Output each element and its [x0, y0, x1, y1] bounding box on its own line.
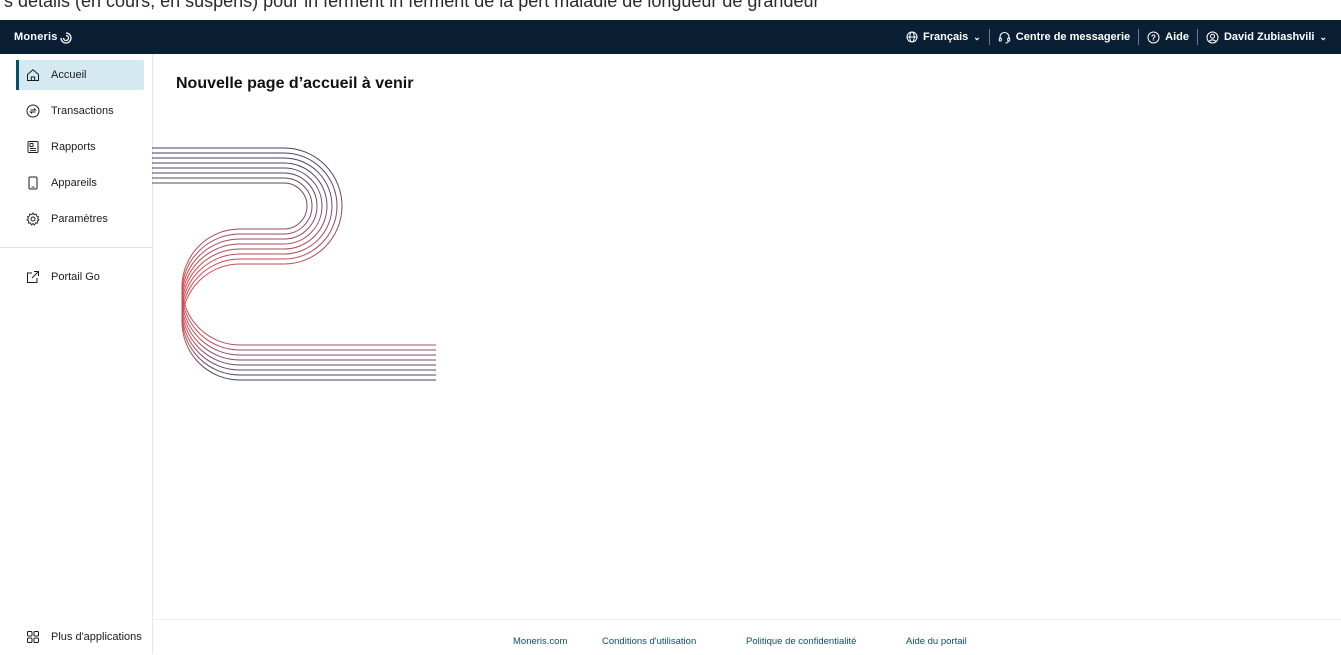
sidebar: Accueil Transactions Rapports Appareils … — [0, 54, 153, 654]
svg-text:?: ? — [1151, 33, 1156, 42]
decorative-line — [152, 162, 436, 366]
home-icon — [27, 69, 39, 81]
sidebar-item-rapports[interactable]: Rapports — [16, 132, 144, 162]
globe-icon — [906, 31, 918, 43]
chevron-down-icon: ⌄ — [1319, 31, 1327, 42]
decorative-wave-graphic — [152, 147, 436, 381]
help-link[interactable]: ? Aide — [1139, 31, 1197, 44]
footer-link-moneris[interactable]: Moneris.com — [513, 636, 567, 647]
sidebar-item-accueil[interactable]: Accueil — [16, 60, 144, 90]
transactions-icon — [26, 104, 40, 118]
chevron-down-icon: ⌄ — [973, 31, 981, 42]
decorative-line — [152, 152, 436, 376]
footer-link-privacy[interactable]: Politique de confidentialité — [746, 636, 856, 647]
help-icon: ? — [1147, 31, 1160, 43]
footer: Moneris.com Conditions d'utilisation Pol… — [152, 619, 1341, 655]
sidebar-divider — [0, 247, 152, 248]
clipped-top-text: s détails (en cours, en suspens) pour in… — [4, 0, 820, 11]
device-icon — [28, 176, 38, 190]
sidebar-item-portail-go[interactable]: Portail Go — [16, 262, 144, 292]
top-navigation-bar: Moneris Français ⌄ Centre de messagerie — [0, 20, 1341, 54]
headset-icon — [998, 31, 1010, 43]
gear-icon — [26, 212, 40, 226]
sidebar-item-transactions[interactable]: Transactions — [16, 96, 144, 126]
moneris-logo[interactable]: Moneris — [14, 30, 73, 44]
more-applications-button[interactable]: Plus d'applications — [16, 622, 144, 652]
logo-mark-icon — [59, 32, 72, 44]
footer-link-portal-help[interactable]: Aide du portail — [906, 636, 967, 647]
decorative-line — [152, 177, 436, 351]
apps-grid-icon — [27, 631, 39, 643]
message-center-link[interactable]: Centre de messagerie — [990, 31, 1138, 44]
sidebar-item-parametres[interactable]: Paramètres — [16, 204, 144, 234]
footer-link-terms[interactable]: Conditions d'utilisation — [602, 636, 696, 647]
header-actions: Français ⌄ Centre de messagerie ? Aide D… — [898, 29, 1341, 45]
decorative-line — [152, 182, 436, 346]
external-link-icon — [27, 271, 39, 283]
page-title: Nouvelle page d’accueil à venir — [176, 75, 414, 92]
decorative-line — [152, 167, 436, 361]
reports-icon — [27, 141, 39, 153]
language-selector[interactable]: Français ⌄ — [898, 31, 989, 43]
user-icon — [1206, 31, 1219, 43]
user-menu[interactable]: David Zubiashvili ⌄ — [1198, 31, 1341, 44]
sidebar-item-appareils[interactable]: Appareils — [16, 168, 144, 198]
